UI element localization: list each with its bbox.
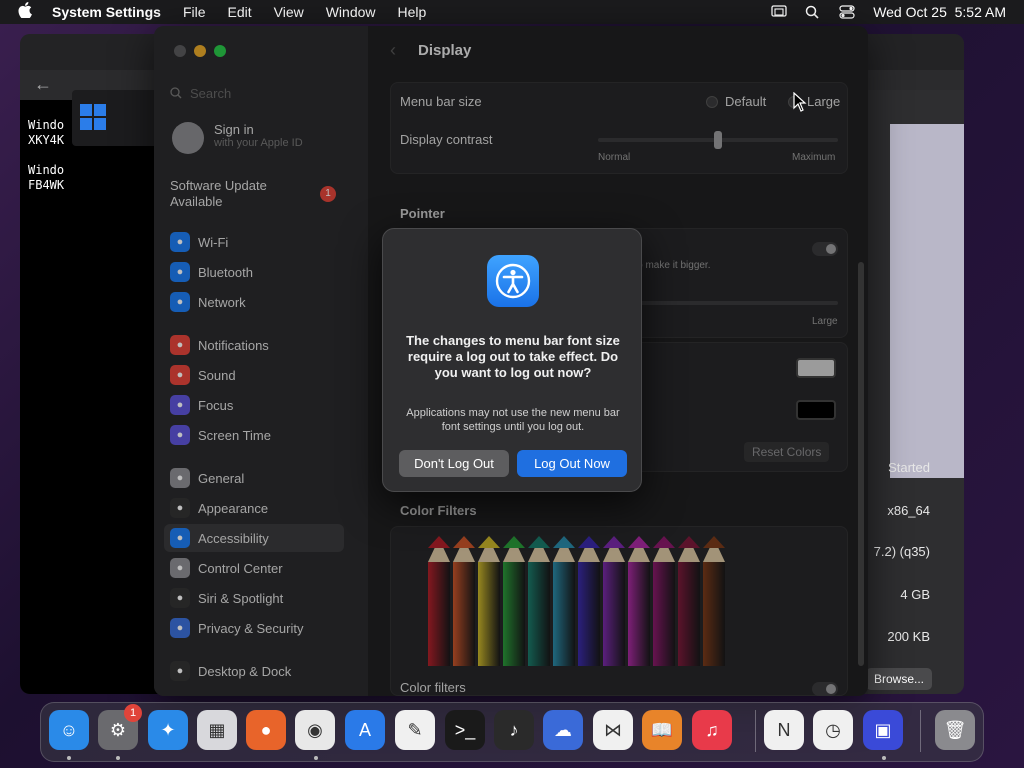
menu-file[interactable]: File	[183, 4, 206, 20]
chrome-icon[interactable]: ◉	[295, 710, 335, 750]
browse-button[interactable]: Browse...	[866, 668, 932, 690]
garageband-icon[interactable]: ♪	[494, 710, 534, 750]
dock-separator	[920, 710, 921, 752]
dialog-title: The changes to menu bar font size requir…	[406, 333, 620, 380]
menu-bar: System Settings File Edit View Window He…	[0, 0, 1024, 24]
screen-sharing-icon[interactable]: ▣	[863, 710, 903, 750]
menu-edit[interactable]: Edit	[228, 4, 252, 20]
spotlight-search-icon[interactable]	[805, 5, 821, 19]
apple-menu-icon[interactable]	[18, 1, 38, 23]
app-store-icon[interactable]: A	[345, 710, 385, 750]
back-arrow-icon[interactable]: ←	[34, 74, 52, 95]
books-icon[interactable]: 📖	[642, 710, 682, 750]
accessibility-icon	[487, 255, 539, 307]
screen-mirroring-icon[interactable]	[771, 5, 787, 19]
running-indicator	[882, 756, 886, 760]
running-indicator	[314, 756, 318, 760]
menu-window[interactable]: Window	[326, 4, 376, 20]
finder-icon[interactable]: ☺	[49, 710, 89, 750]
weather-icon[interactable]: ☁	[543, 710, 583, 750]
menu-help[interactable]: Help	[398, 4, 427, 20]
running-indicator	[116, 756, 120, 760]
mouse-pointer-icon	[793, 92, 807, 112]
dock-separator	[755, 710, 756, 752]
launchpad-icon[interactable]: ▦	[197, 710, 237, 750]
textedit-icon[interactable]: ✎	[395, 710, 435, 750]
terminal-icon[interactable]: >_	[445, 710, 485, 750]
clock-icon[interactable]: ◷	[813, 710, 853, 750]
running-indicator	[67, 756, 71, 760]
dont-log-out-button[interactable]: Don't Log Out	[399, 450, 509, 477]
log-out-now-button[interactable]: Log Out Now	[517, 450, 627, 477]
vm-preview	[890, 124, 964, 478]
logout-confirmation-dialog: The changes to menu bar font size requir…	[382, 228, 642, 492]
trash-icon[interactable]: 🗑	[935, 710, 975, 750]
windows-logo-icon	[80, 104, 106, 130]
control-center-icon[interactable]	[839, 5, 855, 19]
news-icon[interactable]: N	[764, 710, 804, 750]
vm-console-text: Windo XKY4K Windo FB4WK	[28, 118, 65, 192]
menubar-clock[interactable]: Wed Oct 25 5:52 AM	[873, 4, 1006, 20]
safari-icon[interactable]: ✦	[148, 710, 188, 750]
system-settings-badge: 1	[124, 704, 142, 722]
dialog-message: Applications may not use the new menu ba…	[406, 407, 620, 433]
vscode-icon[interactable]: ⋈	[593, 710, 633, 750]
firefox-icon[interactable]: ●	[246, 710, 286, 750]
app-name-menu[interactable]: System Settings	[52, 4, 161, 20]
menu-view[interactable]: View	[274, 4, 304, 20]
music-icon[interactable]: ♫	[692, 710, 732, 750]
